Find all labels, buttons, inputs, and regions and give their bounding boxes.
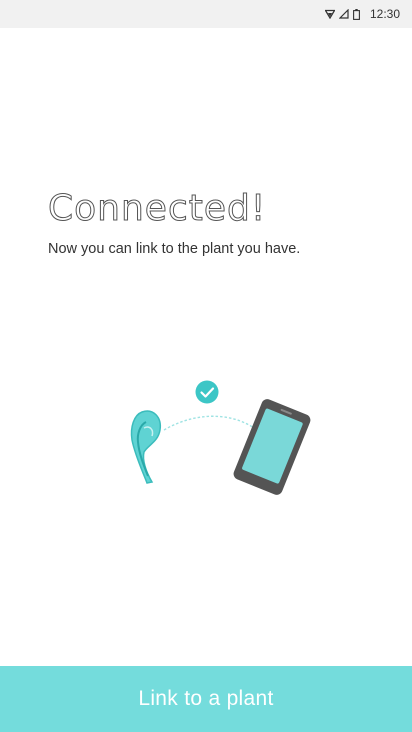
phone-icon	[233, 399, 311, 495]
battery-icon	[353, 8, 360, 20]
status-icons: 12:30	[324, 7, 400, 21]
status-time: 12:30	[369, 7, 400, 21]
wifi-icon	[324, 9, 335, 19]
connection-arc	[163, 415, 255, 431]
page-subtitle: Now you can link to the plant you have.	[48, 241, 301, 257]
plant-sensor-icon	[130, 410, 162, 484]
status-bar: 12:30	[0, 0, 412, 28]
connection-illustration	[130, 380, 311, 495]
page-title: Connected!	[47, 188, 267, 230]
signal-icon	[338, 9, 349, 19]
check-badge-icon	[195, 380, 219, 404]
link-to-plant-button[interactable]: Link to a plant	[0, 666, 412, 732]
